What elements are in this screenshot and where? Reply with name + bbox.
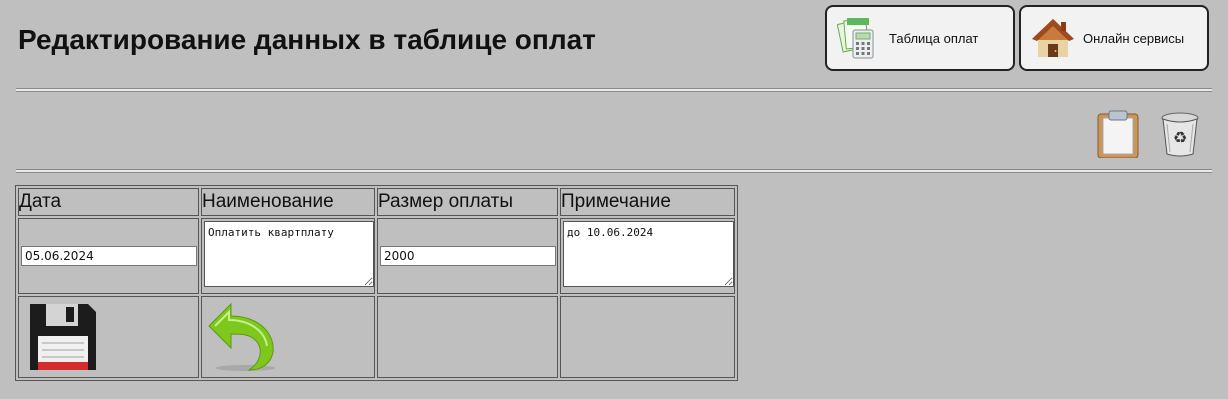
- undo-arrow-icon[interactable]: [205, 302, 277, 372]
- header-date: Дата: [18, 188, 199, 216]
- back-cell: [201, 296, 375, 378]
- header-name: Наименование: [201, 188, 375, 216]
- name-textarea[interactable]: Оплатить квартплату: [204, 221, 374, 287]
- online-services-button[interactable]: Онлайн сервисы: [1019, 5, 1209, 71]
- recycle-bin-icon[interactable]: ♻: [1158, 110, 1202, 158]
- payments-table-button[interactable]: Таблица оплат: [825, 5, 1015, 71]
- note-textarea[interactable]: до 10.06.2024: [563, 221, 734, 287]
- amount-input[interactable]: [380, 246, 556, 266]
- name-cell: Оплатить квартплату: [201, 218, 375, 294]
- house-icon: [1032, 19, 1074, 57]
- amount-cell: [377, 218, 558, 294]
- table-header-row: Дата Наименование Размер оплаты Примечан…: [18, 188, 735, 216]
- top-divider: [16, 88, 1212, 92]
- bottom-divider: [16, 169, 1212, 173]
- floppy-disk-icon[interactable]: [28, 302, 98, 372]
- actions-row: [18, 296, 735, 378]
- empty-cell: [377, 296, 558, 378]
- save-cell: [18, 296, 199, 378]
- empty-cell: [560, 296, 735, 378]
- table-row: Оплатить квартплату до 10.06.2024: [18, 218, 735, 294]
- clipboard-icon[interactable]: [1096, 110, 1140, 158]
- note-cell: до 10.06.2024: [560, 218, 735, 294]
- date-input[interactable]: [21, 246, 197, 266]
- online-services-button-label: Онлайн сервисы: [1083, 30, 1185, 46]
- header-note: Примечание: [560, 188, 735, 216]
- payments-table-button-label: Таблица оплат: [889, 30, 979, 46]
- svg-text:♻: ♻: [1173, 128, 1187, 147]
- calculator-spreadsheet-icon: [837, 18, 874, 59]
- header-amount: Размер оплаты: [377, 188, 558, 216]
- date-cell: [18, 218, 199, 294]
- page-title: Редактирование данных в таблице оплат: [18, 24, 596, 55]
- edit-payment-table: Дата Наименование Размер оплаты Примечан…: [15, 185, 738, 381]
